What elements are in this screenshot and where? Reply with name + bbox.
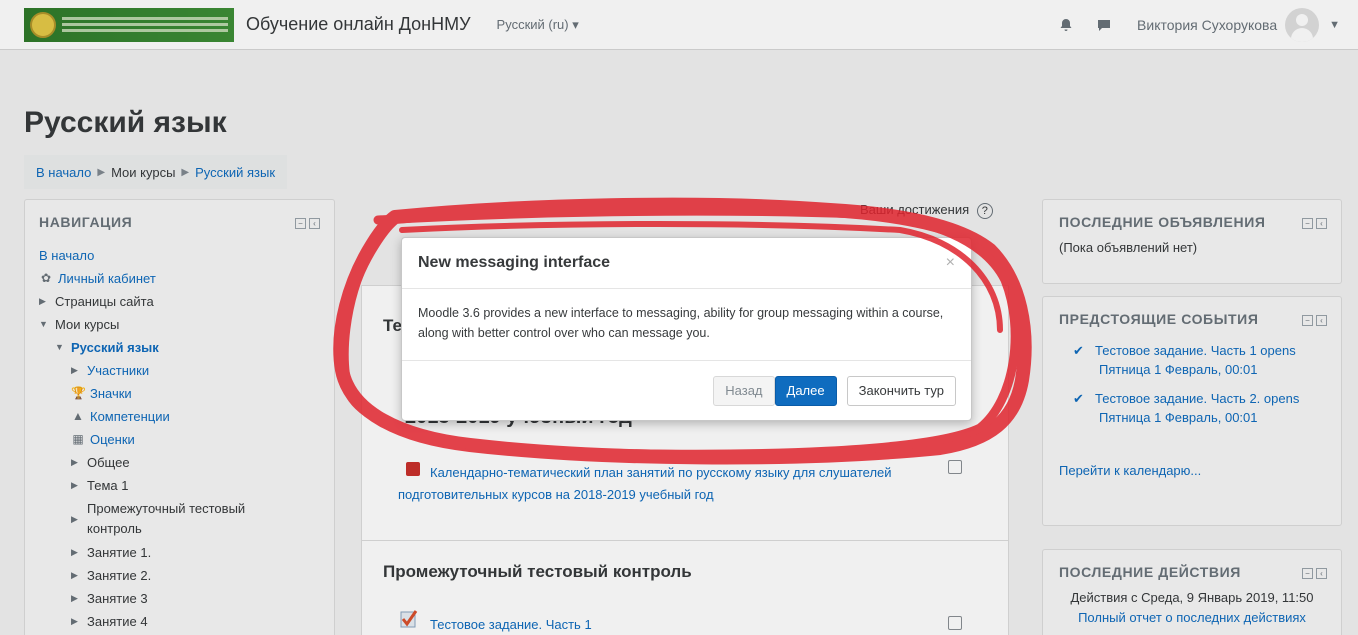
tour-step-dialog: New messaging interface × Moodle 3.6 pro… [401,237,972,421]
previous-button[interactable]: Назад [713,375,775,406]
end-tour-button[interactable]: Закончить тур [846,375,956,406]
dialog-title: New messaging interface [418,254,611,271]
next-button[interactable]: Далее [774,375,837,406]
dialog-body: Moodle 3.6 provides a new interface to m… [402,289,971,361]
close-icon[interactable]: × [946,254,955,272]
